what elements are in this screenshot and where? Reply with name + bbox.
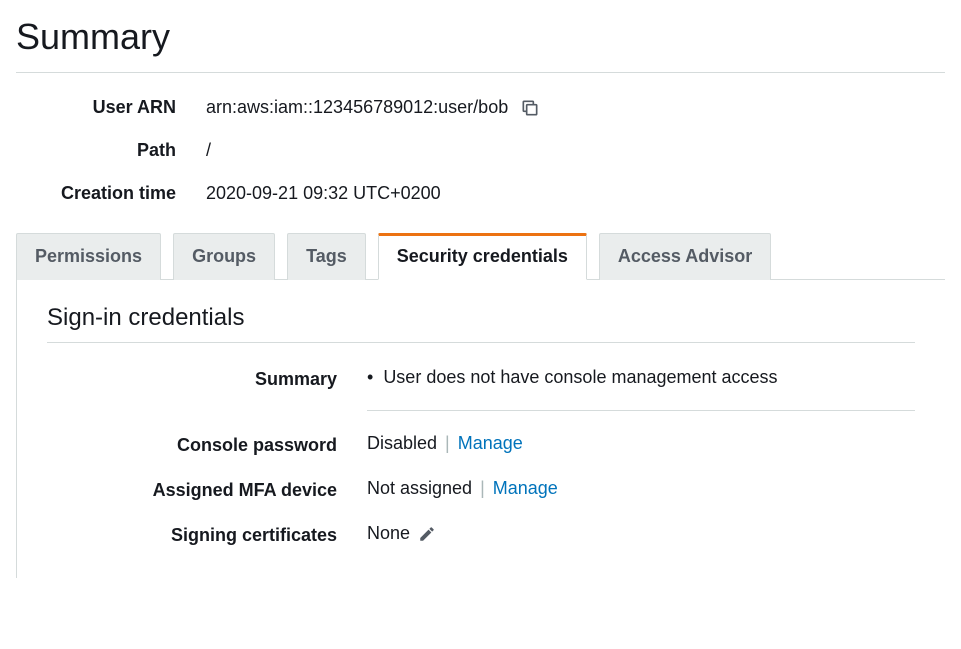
tab-tags[interactable]: Tags [287,233,366,280]
signing-certs-value: None [367,523,915,544]
separator: | [480,478,485,499]
mfa-status: Not assigned [367,478,472,499]
user-arn-text: arn:aws:iam::123456789012:user/bob [206,97,508,118]
page-title: Summary [16,16,945,73]
mfa-row: Assigned MFA device Not assigned | Manag… [47,478,915,501]
summary-value: • User does not have console management … [367,367,915,411]
copy-icon[interactable] [520,98,540,118]
user-details: User ARN arn:aws:iam::123456789012:user/… [26,97,945,204]
mfa-value: Not assigned | Manage [367,478,915,499]
creation-time-value: 2020-09-21 09:32 UTC+0200 [206,183,441,204]
creation-time-row: Creation time 2020-09-21 09:32 UTC+0200 [26,183,945,204]
signing-certs-row: Signing certificates None [47,523,915,546]
path-value: / [206,140,211,161]
tab-permissions[interactable]: Permissions [16,233,161,280]
edit-icon[interactable] [418,525,436,543]
creation-time-label: Creation time [26,183,206,204]
path-label: Path [26,140,206,161]
mfa-manage-link[interactable]: Manage [493,478,558,499]
tabs-container: Permissions Groups Tags Security credent… [16,232,945,280]
tab-access-advisor[interactable]: Access Advisor [599,233,771,280]
summary-row: Summary • User does not have console man… [47,367,915,411]
path-row: Path / [26,140,945,161]
summary-text: User does not have console management ac… [383,367,777,388]
console-password-row: Console password Disabled | Manage [47,433,915,456]
tab-content: Sign-in credentials Summary • User does … [16,280,945,578]
console-password-label: Console password [47,433,367,456]
mfa-label: Assigned MFA device [47,478,367,501]
signin-credentials-title: Sign-in credentials [47,304,915,343]
signing-certs-status: None [367,523,410,544]
console-password-value: Disabled | Manage [367,433,915,454]
separator: | [445,433,450,454]
console-password-status: Disabled [367,433,437,454]
user-arn-label: User ARN [26,97,206,118]
summary-label: Summary [47,367,367,390]
user-arn-row: User ARN arn:aws:iam::123456789012:user/… [26,97,945,118]
bullet-icon: • [367,367,373,388]
user-arn-value: arn:aws:iam::123456789012:user/bob [206,97,540,118]
tab-groups[interactable]: Groups [173,233,275,280]
tab-security-credentials[interactable]: Security credentials [378,233,587,280]
signing-certs-label: Signing certificates [47,523,367,546]
console-password-manage-link[interactable]: Manage [458,433,523,454]
